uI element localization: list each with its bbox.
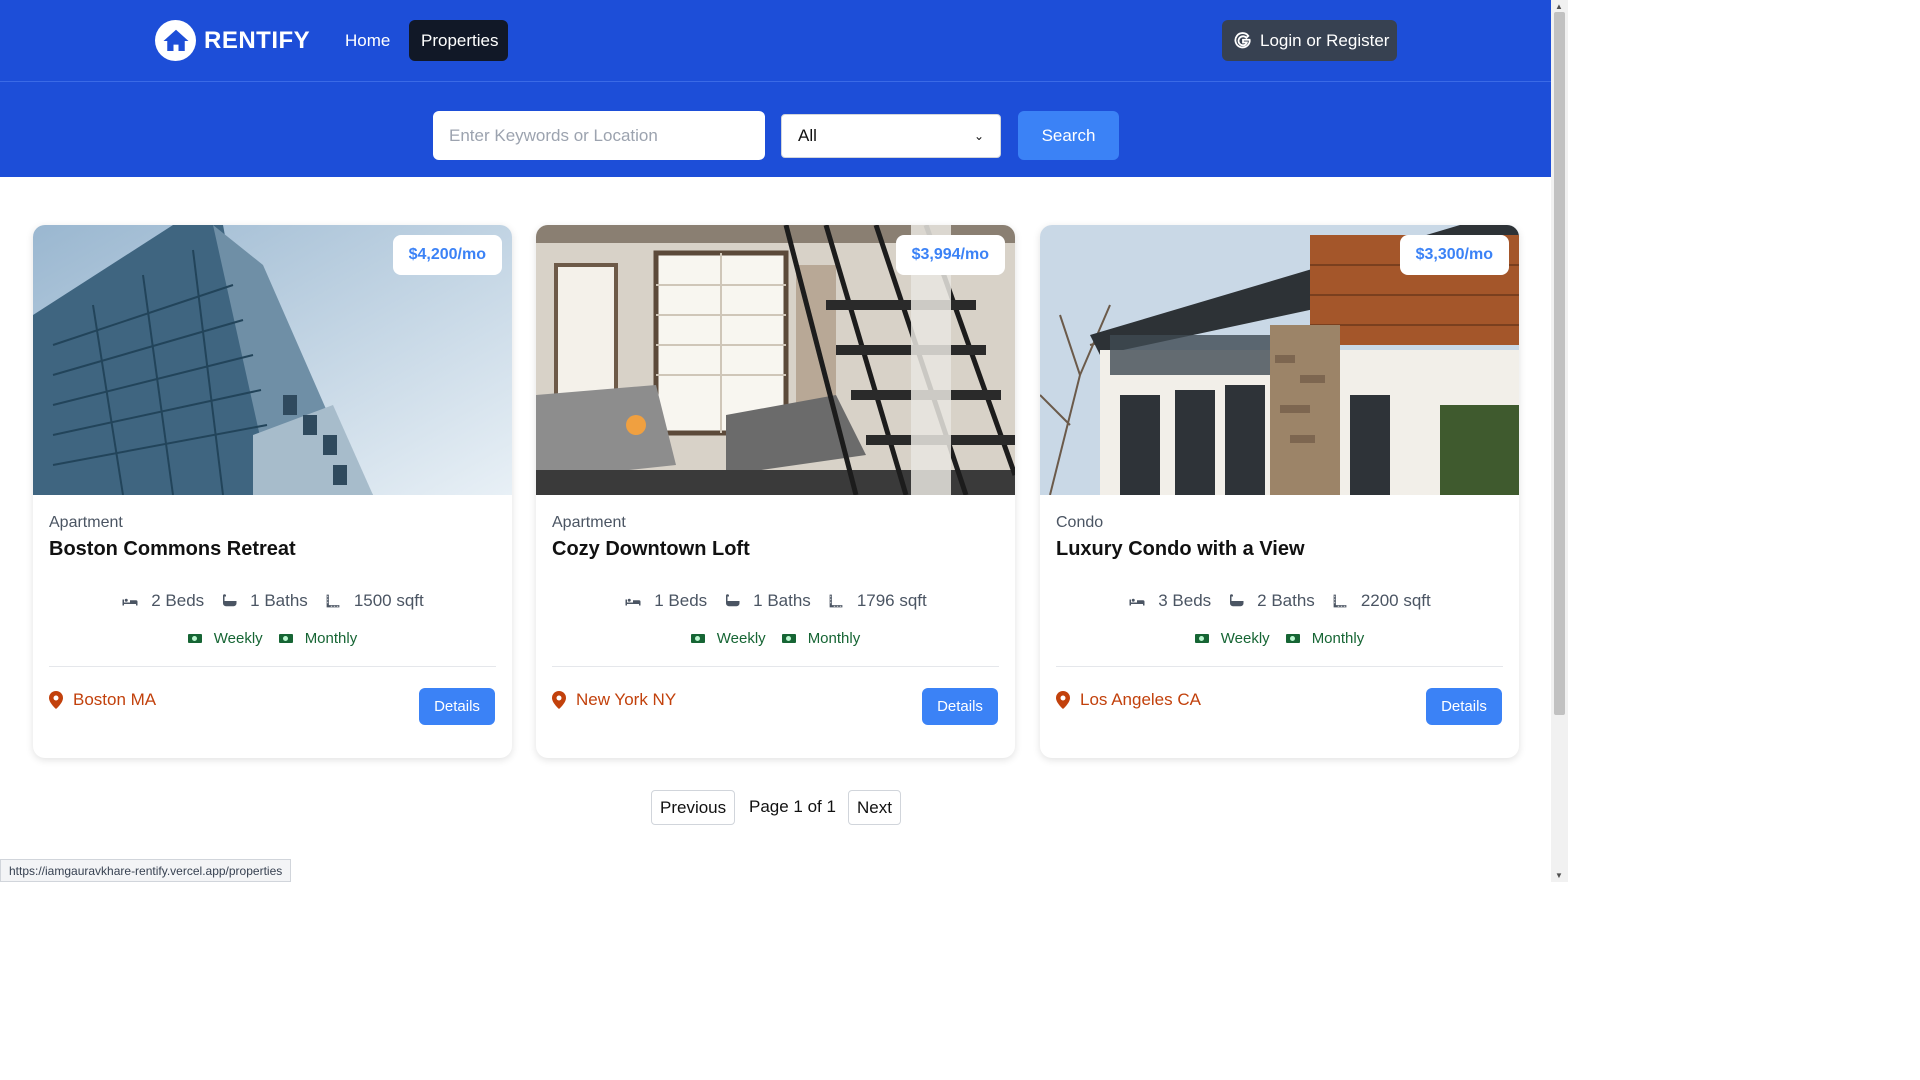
next-page-button[interactable]: Next xyxy=(848,790,901,825)
search-button[interactable]: Search xyxy=(1018,111,1119,160)
property-location: Los Angeles CA xyxy=(1056,690,1201,710)
price-badge: $3,300/mo xyxy=(1399,235,1509,275)
rental-rates: Weekly Monthly xyxy=(536,630,1015,647)
previous-page-button[interactable]: Previous xyxy=(651,790,736,825)
scrollbar-thumb[interactable] xyxy=(1554,12,1565,715)
rental-rates: Weekly Monthly xyxy=(33,630,512,647)
beds-count: 1 Beds xyxy=(654,591,708,610)
price-badge: $4,200/mo xyxy=(392,235,502,275)
money-icon xyxy=(690,634,705,643)
bed-icon xyxy=(122,598,138,606)
baths-count: 2 Baths xyxy=(1257,591,1315,610)
property-type: Apartment xyxy=(552,514,626,531)
rate-monthly: Monthly xyxy=(807,630,861,647)
bed-icon xyxy=(625,598,641,606)
property-image: $3,300/mo xyxy=(1040,225,1519,495)
money-icon xyxy=(1285,634,1300,643)
rate-weekly: Weekly xyxy=(213,630,263,647)
map-marker-icon xyxy=(1056,691,1070,709)
nav-home-link[interactable]: Home xyxy=(333,20,402,61)
card-divider xyxy=(49,666,496,667)
ruler-icon xyxy=(828,593,843,609)
rate-weekly: Weekly xyxy=(716,630,766,647)
beds-count: 3 Beds xyxy=(1158,591,1212,610)
baths-count: 1 Baths xyxy=(250,591,308,610)
location-text: New York NY xyxy=(576,690,677,709)
baths-count: 1 Baths xyxy=(753,591,811,610)
map-marker-icon xyxy=(552,691,566,709)
location-text: Los Angeles CA xyxy=(1080,690,1201,709)
rate-monthly: Monthly xyxy=(1311,630,1365,647)
rate-monthly: Monthly xyxy=(304,630,358,647)
property-image: $3,994/mo xyxy=(536,225,1015,495)
property-card: $3,300/mo Condo Luxury Condo with a View… xyxy=(1040,225,1519,758)
sqft-value: 1500 sqft xyxy=(353,591,424,610)
property-type-select[interactable]: All ⌄ xyxy=(781,114,1001,158)
google-icon xyxy=(1234,31,1251,48)
rental-rates: Weekly Monthly xyxy=(1040,630,1519,647)
property-name: Luxury Condo with a View xyxy=(1056,538,1305,560)
property-location: New York NY xyxy=(552,690,676,710)
home-logo-icon xyxy=(155,20,196,61)
sqft-value: 1796 sqft xyxy=(856,591,927,610)
details-button[interactable]: Details xyxy=(1426,688,1502,725)
login-register-button[interactable]: Login or Register xyxy=(1222,20,1397,61)
page-scrollbar[interactable]: ▲ ▼ xyxy=(1551,0,1568,882)
property-type-value: All xyxy=(798,126,817,145)
price-badge: $3,994/mo xyxy=(895,235,1005,275)
property-specs: 3 Beds 2 Baths 2200 sqft xyxy=(1040,591,1519,611)
details-button[interactable]: Details xyxy=(922,688,998,725)
brand-link[interactable]: RENTIFY xyxy=(155,20,310,61)
link-status-bar: https://iamgauravkhare-rentify.vercel.ap… xyxy=(0,859,292,882)
top-navbar: RENTIFY Home Properties Login or Registe… xyxy=(0,0,1551,82)
card-divider xyxy=(1056,666,1503,667)
brand-name: RENTIFY xyxy=(204,26,311,54)
map-marker-icon xyxy=(49,691,63,709)
property-image: $4,200/mo xyxy=(33,225,512,495)
property-location: Boston MA xyxy=(49,690,156,710)
bath-icon xyxy=(223,594,237,607)
sqft-value: 2200 sqft xyxy=(1360,591,1431,610)
money-icon xyxy=(187,634,202,643)
card-divider xyxy=(552,666,999,667)
money-icon xyxy=(781,634,796,643)
property-type: Apartment xyxy=(49,514,123,531)
bath-icon xyxy=(1230,594,1244,607)
rate-weekly: Weekly xyxy=(1220,630,1270,647)
scroll-up-arrow-icon[interactable]: ▲ xyxy=(1555,2,1563,11)
bed-icon xyxy=(1129,598,1145,606)
property-specs: 1 Beds 1 Baths 1796 sqft xyxy=(536,591,1015,611)
property-name: Boston Commons Retreat xyxy=(49,538,296,560)
property-name: Cozy Downtown Loft xyxy=(552,538,750,560)
property-card: $3,994/mo Apartment Cozy Downtown Loft 1… xyxy=(536,225,1015,758)
search-input[interactable] xyxy=(433,111,765,160)
details-button[interactable]: Details xyxy=(419,688,495,725)
property-card: $4,200/mo Apartment Boston Commons Retre… xyxy=(33,225,512,758)
money-icon xyxy=(1194,634,1209,643)
beds-count: 2 Beds xyxy=(151,591,205,610)
search-band: All ⌄ Search xyxy=(0,82,1551,177)
property-specs: 2 Beds 1 Baths 1500 sqft xyxy=(33,591,512,611)
nav-properties-link[interactable]: Properties xyxy=(409,20,508,61)
login-register-label: Login or Register xyxy=(1260,30,1390,50)
property-type: Condo xyxy=(1056,514,1104,531)
bath-icon xyxy=(726,594,740,607)
ruler-icon xyxy=(1332,593,1347,609)
scroll-down-arrow-icon[interactable]: ▼ xyxy=(1555,871,1563,880)
location-text: Boston MA xyxy=(73,690,157,709)
page-indicator: Page 1 of 1 xyxy=(749,797,836,816)
ruler-icon xyxy=(325,593,340,609)
money-icon xyxy=(278,634,293,643)
chevron-down-icon: ⌄ xyxy=(973,129,984,143)
